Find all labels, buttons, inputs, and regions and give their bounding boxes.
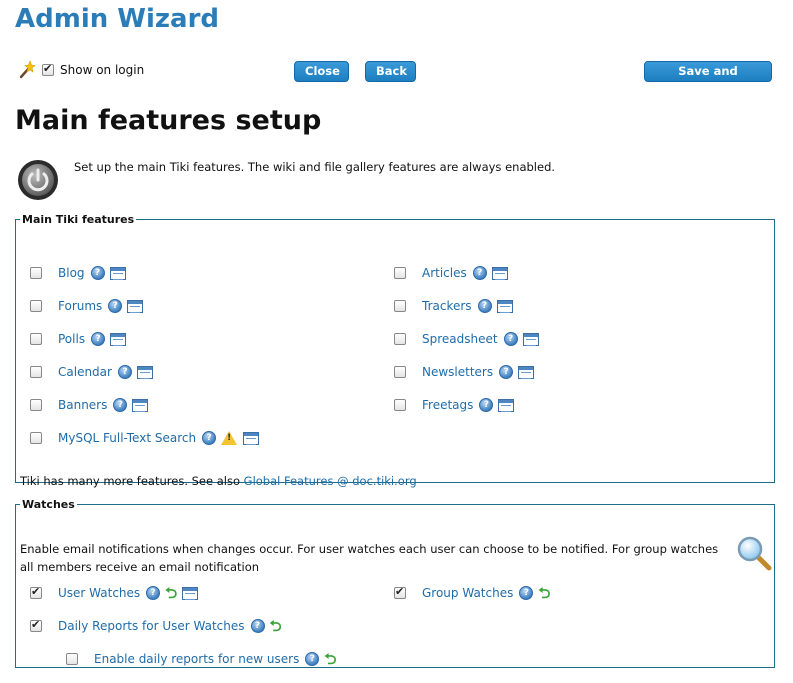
help-icon[interactable]: ?: [146, 586, 161, 600]
polls-link[interactable]: Polls: [58, 332, 85, 346]
daily-reports-new-users: Enable daily reports for new users ? ⮌: [66, 650, 341, 668]
daily-reports-checkbox[interactable]: [30, 618, 42, 632]
admin-settings-icon[interactable]: [127, 299, 144, 313]
feature-newsletters: Newsletters ?: [394, 363, 538, 381]
feature-spreadsheet: Spreadsheet ?: [394, 330, 543, 348]
intro-text: Set up the main Tiki features. The wiki …: [74, 160, 556, 174]
freetags-checkbox[interactable]: [394, 399, 406, 411]
more-features-note: Tiki has many more features. See also Gl…: [20, 474, 417, 488]
help-icon[interactable]: ?: [117, 365, 132, 379]
feature-calendar: Calendar ?: [30, 363, 157, 381]
articles-checkbox[interactable]: [394, 267, 406, 279]
help-icon[interactable]: ?: [479, 398, 494, 412]
magnifier-icon: [737, 536, 772, 571]
watches-description: Enable email notifications when changes …: [20, 542, 719, 574]
reset-icon[interactable]: ⮌: [270, 619, 282, 634]
close-button[interactable]: Close: [294, 61, 349, 82]
mysql-fulltext-link[interactable]: MySQL Full-Text Search: [58, 431, 196, 445]
help-icon[interactable]: ?: [91, 332, 106, 346]
more-features-text: Tiki has many more features. See also: [20, 474, 244, 488]
power-icon: [18, 160, 58, 200]
show-on-login-checkbox[interactable]: [42, 62, 54, 76]
feature-trackers: Trackers ?: [394, 297, 517, 315]
group-watches: Group Watches ? ⮌: [394, 584, 555, 602]
banners-link[interactable]: Banners: [58, 398, 107, 412]
admin-settings-icon[interactable]: [243, 431, 260, 445]
help-icon[interactable]: ?: [113, 398, 128, 412]
show-on-login-label: Show on login: [60, 63, 145, 77]
admin-settings-icon[interactable]: [136, 365, 153, 379]
admin-settings-icon[interactable]: [522, 332, 539, 346]
help-icon[interactable]: ?: [305, 652, 320, 666]
blog-link[interactable]: Blog: [58, 266, 85, 280]
save-and-continue-button[interactable]: Save and Continue: [644, 61, 772, 97]
admin-settings-icon[interactable]: [182, 586, 199, 600]
help-icon[interactable]: ?: [499, 365, 514, 379]
freetags-link[interactable]: Freetags: [422, 398, 473, 412]
feature-mysql-fulltext-search: MySQL Full-Text Search ? !: [30, 429, 263, 447]
blog-checkbox[interactable]: [30, 267, 42, 279]
calendar-link[interactable]: Calendar: [58, 365, 112, 379]
admin-settings-icon[interactable]: [110, 332, 127, 346]
forums-link[interactable]: Forums: [58, 299, 102, 313]
reset-icon[interactable]: ⮌: [538, 586, 550, 601]
watches-fieldset: Watches Enable email notifications when …: [15, 498, 775, 668]
daily-reports-new-users-link[interactable]: Enable daily reports for new users: [94, 652, 299, 666]
help-icon[interactable]: ?: [90, 266, 105, 280]
newsletters-checkbox[interactable]: [394, 366, 406, 378]
reset-icon[interactable]: ⮌: [324, 652, 336, 667]
help-icon[interactable]: ?: [202, 431, 217, 445]
help-icon[interactable]: ?: [503, 332, 518, 346]
user-watches-link[interactable]: User Watches: [58, 586, 140, 600]
main-features-fieldset: Main Tiki features Blog ? Forums ? Polls…: [15, 213, 775, 488]
mysql-fulltext-checkbox[interactable]: [30, 432, 42, 444]
calendar-checkbox[interactable]: [30, 366, 42, 378]
polls-checkbox[interactable]: [30, 333, 42, 345]
magic-wand-icon: [19, 60, 36, 79]
admin-settings-icon[interactable]: [518, 365, 535, 379]
daily-reports-link[interactable]: Daily Reports for User Watches: [58, 619, 245, 633]
page-title: Main features setup: [15, 105, 322, 136]
admin-settings-icon[interactable]: [109, 266, 126, 280]
global-features-link[interactable]: Global Features @ doc.tiki.org: [244, 474, 417, 488]
banners-checkbox[interactable]: [30, 399, 42, 411]
help-icon[interactable]: ?: [519, 586, 534, 600]
feature-banners: Banners ?: [30, 396, 152, 414]
main-features-legend: Main Tiki features: [22, 213, 135, 226]
watches-legend: Watches: [22, 498, 75, 511]
help-icon[interactable]: ?: [108, 299, 123, 313]
feature-freetags: Freetags ?: [394, 396, 518, 414]
help-icon[interactable]: ?: [472, 266, 487, 280]
forums-checkbox[interactable]: [30, 300, 42, 312]
feature-articles: Articles ?: [394, 264, 512, 282]
feature-blog: Blog ?: [30, 264, 130, 282]
spreadsheet-link[interactable]: Spreadsheet: [422, 332, 498, 346]
user-watches: User Watches ? ⮌: [30, 584, 202, 602]
spreadsheet-checkbox[interactable]: [394, 333, 406, 345]
show-on-login[interactable]: Show on login: [42, 62, 145, 77]
help-icon[interactable]: ?: [250, 619, 265, 633]
admin-settings-icon[interactable]: [498, 398, 515, 412]
newsletters-link[interactable]: Newsletters: [422, 365, 493, 379]
feature-forums: Forums ?: [30, 297, 147, 315]
reset-icon[interactable]: ⮌: [165, 586, 177, 601]
group-watches-link[interactable]: Group Watches: [422, 586, 513, 600]
daily-reports-new-users-checkbox[interactable]: [66, 653, 78, 665]
warning-icon: !: [221, 431, 238, 445]
trackers-checkbox[interactable]: [394, 300, 406, 312]
back-button[interactable]: Back: [365, 61, 416, 82]
trackers-link[interactable]: Trackers: [422, 299, 472, 313]
help-icon[interactable]: ?: [477, 299, 492, 313]
user-watches-checkbox[interactable]: [30, 585, 42, 599]
articles-link[interactable]: Articles: [422, 266, 467, 280]
group-watches-checkbox[interactable]: [394, 585, 406, 599]
daily-reports: Daily Reports for User Watches ? ⮌: [30, 617, 287, 635]
admin-settings-icon[interactable]: [496, 299, 513, 313]
admin-settings-icon[interactable]: [132, 398, 149, 412]
feature-polls: Polls ?: [30, 330, 130, 348]
admin-settings-icon[interactable]: [491, 266, 508, 280]
wizard-title: Admin Wizard: [15, 4, 220, 34]
